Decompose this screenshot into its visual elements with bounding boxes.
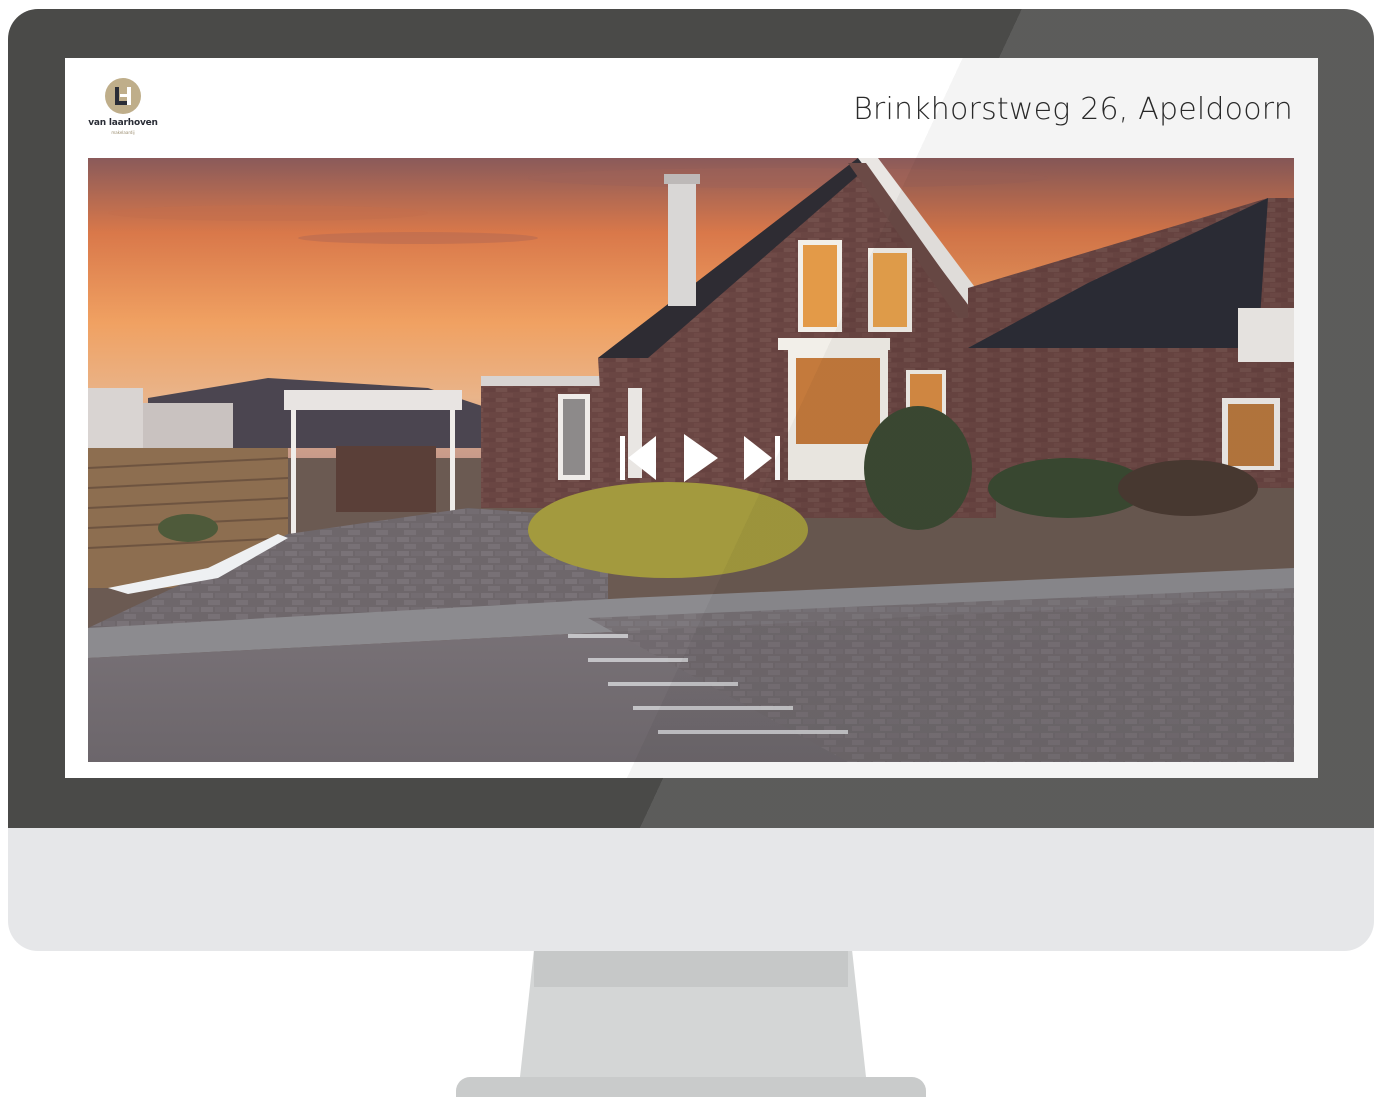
- play-icon: [684, 434, 718, 482]
- play-button[interactable]: [678, 432, 722, 484]
- previous-button[interactable]: [616, 432, 660, 484]
- monitor-stand-base: [456, 1077, 926, 1097]
- skip-previous-icon: [620, 436, 656, 480]
- slideshow-controls: [616, 430, 784, 486]
- screen: van laarhoven makelaardij Brinkhorstweg …: [65, 58, 1318, 778]
- logo-subtext: makelaardij: [111, 130, 135, 135]
- property-photo: [88, 158, 1294, 762]
- logo-monogram-icon: [115, 87, 131, 105]
- monitor-chin: [8, 828, 1374, 951]
- property-address: Brinkhorstweg 26, Apeldoorn: [853, 92, 1293, 127]
- logo-text: van laarhoven: [88, 118, 158, 128]
- next-button[interactable]: [740, 432, 784, 484]
- skip-next-icon: [744, 436, 780, 480]
- monitor-stand-shadow: [534, 951, 848, 987]
- brand-logo[interactable]: van laarhoven makelaardij: [87, 76, 159, 138]
- logo-disc: [105, 78, 141, 114]
